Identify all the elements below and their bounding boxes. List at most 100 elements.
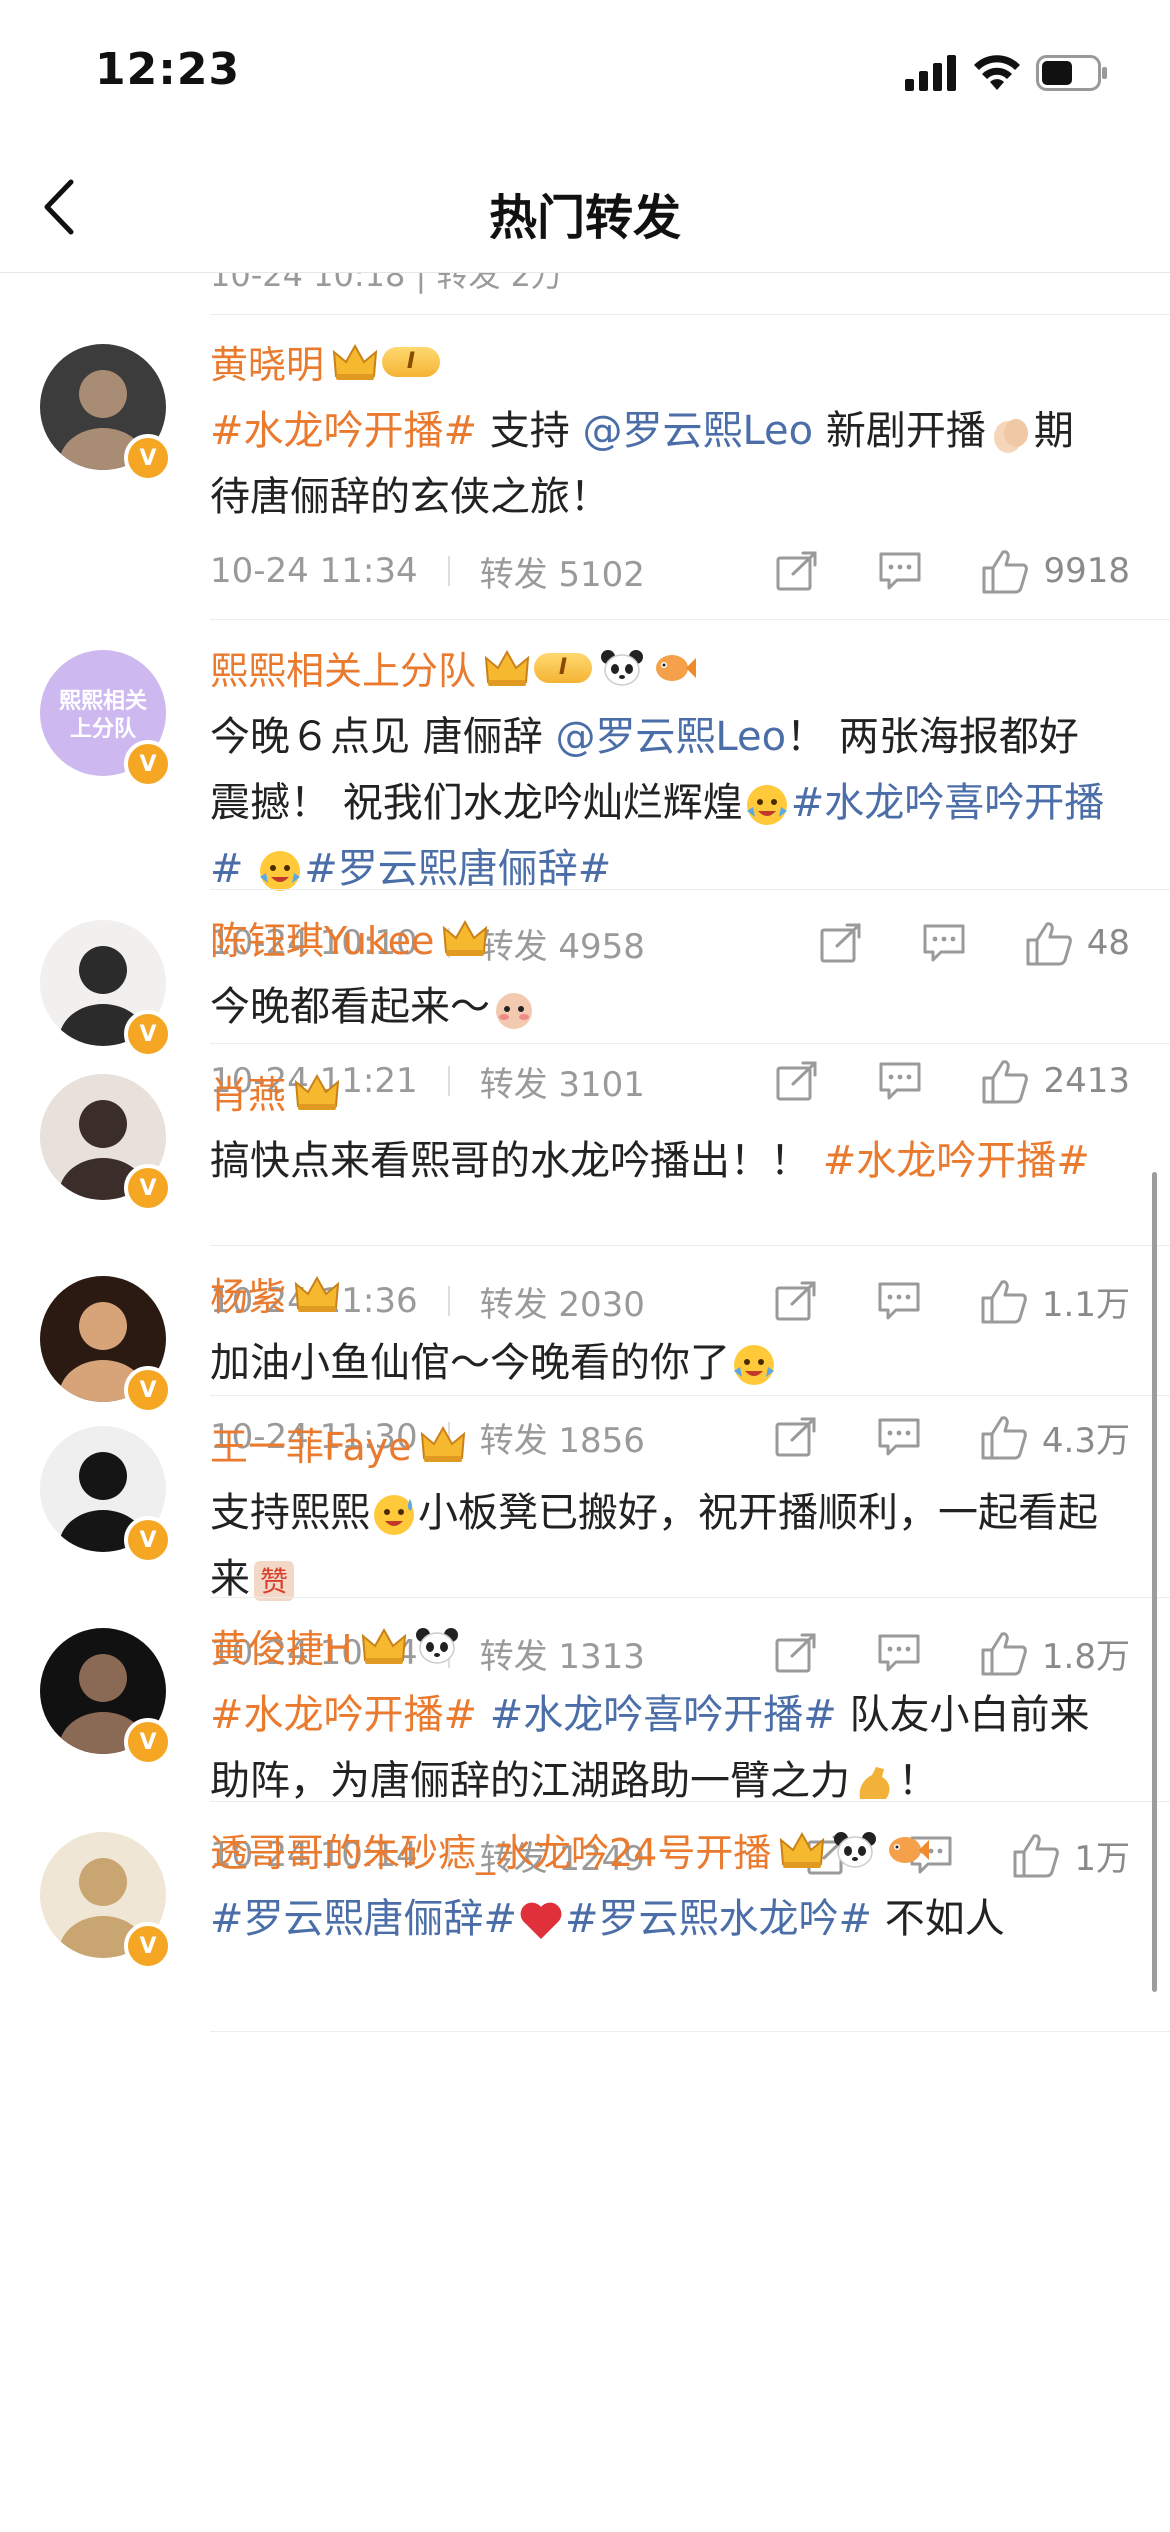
user-name[interactable]: 黄晓明: [210, 334, 324, 389]
cheer-emoji: [260, 851, 301, 891]
repost-item[interactable]: V 透哥哥的朱砂痣_水龙吟24号开播 #罗云熙唐俪辞# #罗云熙水龙吟# 不如人: [0, 1802, 1170, 2032]
mention-link[interactable]: @罗云熙Leo: [582, 408, 813, 454]
post-text: 不如人: [872, 1896, 1005, 1942]
avatar-text-line2: 上分队: [70, 717, 137, 742]
cellular-signal-icon: [905, 55, 956, 91]
status-time: 12:23: [95, 44, 241, 95]
partial-item: 10-24 10:18 | 转发 2万: [210, 272, 1170, 315]
page-title: 热门转发: [488, 190, 681, 246]
crown-icon: [442, 918, 488, 958]
crown-icon: [420, 1425, 465, 1462]
like-count: 9918: [1043, 551, 1130, 591]
thumbs-up-icon: [982, 550, 1029, 594]
name-row: 黄晓明 I: [210, 334, 441, 389]
post-text: [477, 1692, 490, 1738]
repost-feed[interactable]: 10-24 10:18 | 转发 2万 V 黄晓明 I #水龙吟开播# 支持 @罗云熙…: [0, 272, 1170, 2532]
panda-icon: [601, 649, 644, 686]
user-name[interactable]: 陈钰琪Yukee: [210, 910, 434, 965]
post-content: #水龙吟开播# 支持 @罗云熙Leo 新剧开播 期待唐俪辞的玄侠之旅！: [210, 398, 1110, 530]
name-row: 杨紫: [210, 1266, 340, 1321]
hashtag-link[interactable]: #水龙吟开播#: [210, 1692, 477, 1738]
hashtag-link[interactable]: #罗云熙唐俪辞#: [304, 846, 611, 892]
fish-icon: [885, 1830, 930, 1870]
name-row: 王一菲Faye: [210, 1416, 466, 1471]
crown-icon: [294, 1275, 340, 1312]
verified-badge-icon: V: [124, 1922, 172, 1970]
name-row: 肖燕: [210, 1064, 340, 1119]
crown-icon: [443, 919, 488, 956]
verified-badge-icon: V: [124, 1164, 172, 1212]
shy-emoji: [496, 993, 532, 1029]
repost-item[interactable]: V 杨紫 加油小鱼仙倌～今晚看的你了 10-24 11:30 转发 1856 4.3万: [0, 1246, 1170, 1461]
crown-icon: [779, 1830, 825, 1870]
crown-icon: [361, 1627, 406, 1664]
crown-icon: [332, 343, 378, 380]
fish-icon: [652, 648, 697, 688]
clap-emoji: [993, 419, 1028, 453]
nav-bar: 热门转发: [0, 140, 1170, 273]
meta-divider: [447, 556, 450, 586]
panda-icon: [415, 1627, 458, 1664]
hashtag-link[interactable]: #水龙吟喜吟开播#: [490, 1692, 837, 1738]
post-text: 支持: [477, 408, 583, 454]
user-name[interactable]: 黄俊捷H: [210, 1618, 353, 1673]
post-content: 今晚都看起来～: [210, 974, 1110, 1040]
wifi-icon: [974, 55, 1020, 90]
crown-icon: [780, 1831, 825, 1868]
mention-link[interactable]: @罗云熙Leo: [555, 714, 786, 760]
post-actions: 9918: [717, 546, 1130, 596]
comment-button[interactable]: [877, 550, 923, 592]
repost-item[interactable]: V 王一菲Faye 支持熙熙 小板凳已搬好，祝开播顺利，一起看起来赞 10-24 10:…: [0, 1396, 1170, 1677]
repost-item[interactable]: V 肖燕 搞快点来看熙哥的水龙吟播出！！ #水龙吟开播# 10-24 11:36 转发 …: [0, 1044, 1170, 1325]
repost-item[interactable]: V 黄俊捷H #水龙吟开播# #水龙吟喜吟开播# 队友小白前来助阵，为唐俪辞的江湖路…: [0, 1598, 1170, 1879]
like-button[interactable]: 9918: [981, 548, 1130, 594]
repost-item[interactable]: V 黄晓明 I #水龙吟开播# 支持 @罗云熙Leo 新剧开播 期待唐俪辞的玄侠之旅！ 1…: [0, 314, 1170, 620]
user-name[interactable]: 熙熙相关上分队: [210, 640, 476, 695]
verified-badge-icon: V: [124, 1516, 172, 1564]
post-text: ！: [898, 1758, 938, 1804]
post-content: #罗云熙唐俪辞# #罗云熙水龙吟# 不如人: [210, 1886, 1110, 1952]
repost-item[interactable]: 熙熙相关 上分队 V 熙熙相关上分队 I 今晚６点见 唐俪辞 @罗云熙Leo！ 两张海报都…: [0, 620, 1170, 967]
level-badge: I: [534, 652, 593, 683]
partial-item-meta: 10-24 10:18 | 转发 2万: [210, 272, 564, 294]
post-content: 搞快点来看熙哥的水龙吟播出！！ #水龙吟开播#: [210, 1128, 1110, 1194]
repost-item[interactable]: V 陈钰琪Yukee 今晚都看起来～ 10-24 11:21 转发 3101 2413: [0, 890, 1170, 1105]
post-content: 支持熙熙 小板凳已搬好，祝开播顺利，一起看起来赞: [210, 1480, 1110, 1612]
forward-button[interactable]: [775, 550, 819, 592]
fish-icon: [656, 654, 697, 681]
user-name[interactable]: 杨紫: [210, 1266, 286, 1321]
post-text: 加油小鱼仙倌～今晚看的你了: [210, 1340, 730, 1386]
verified-badge-icon: V: [124, 740, 172, 788]
panda-icon: [834, 1831, 877, 1868]
level-badge: I: [382, 346, 441, 377]
user-name[interactable]: 肖燕: [210, 1064, 286, 1119]
crown-level-icon: I: [332, 342, 441, 382]
status-bar: 12:23: [0, 0, 1170, 140]
post-meta: 10-24 11:34 转发 5102 9918: [210, 546, 1130, 596]
panda-icon: [415, 1626, 459, 1666]
crown-icon: [294, 1274, 340, 1314]
crown-icon: [361, 1626, 407, 1666]
post-time: 10-24 11:34: [210, 551, 418, 591]
post-text: 搞快点来看熙哥的水龙吟播出！！: [210, 1138, 823, 1184]
crown-icon: [420, 1424, 466, 1464]
hashtag-link[interactable]: #水龙吟开播#: [823, 1138, 1090, 1184]
repost-count: 转发 5102: [479, 554, 645, 595]
post-content: 今晚６点见 唐俪辞 @罗云熙Leo！ 两张海报都好震撼！ 祝我们水龙吟灿烂辉煌 #…: [210, 704, 1110, 902]
battery-icon: [1036, 55, 1107, 91]
user-name[interactable]: 透哥哥的朱砂痣_水龙吟24号开播: [210, 1822, 771, 1877]
user-name[interactable]: 王一菲Faye: [210, 1416, 412, 1471]
panda-icon: [600, 648, 644, 688]
svg-text:赞: 赞: [260, 1565, 288, 1598]
post-text: [244, 846, 257, 892]
post-text: 新剧开播: [813, 408, 986, 454]
scrollbar[interactable]: [1152, 1172, 1157, 1992]
name-row: 黄俊捷H: [210, 1618, 459, 1673]
name-row: 陈钰琪Yukee: [210, 910, 488, 965]
comment-icon: [879, 552, 921, 590]
hashtag-link[interactable]: #罗云熙水龙吟#: [565, 1896, 872, 1942]
hashtag-link[interactable]: #罗云熙唐俪辞#: [210, 1896, 517, 1942]
crown-level-icon: I: [484, 648, 593, 688]
hashtag-link[interactable]: #水龙吟开播#: [210, 408, 477, 454]
crown-icon: [294, 1072, 340, 1112]
